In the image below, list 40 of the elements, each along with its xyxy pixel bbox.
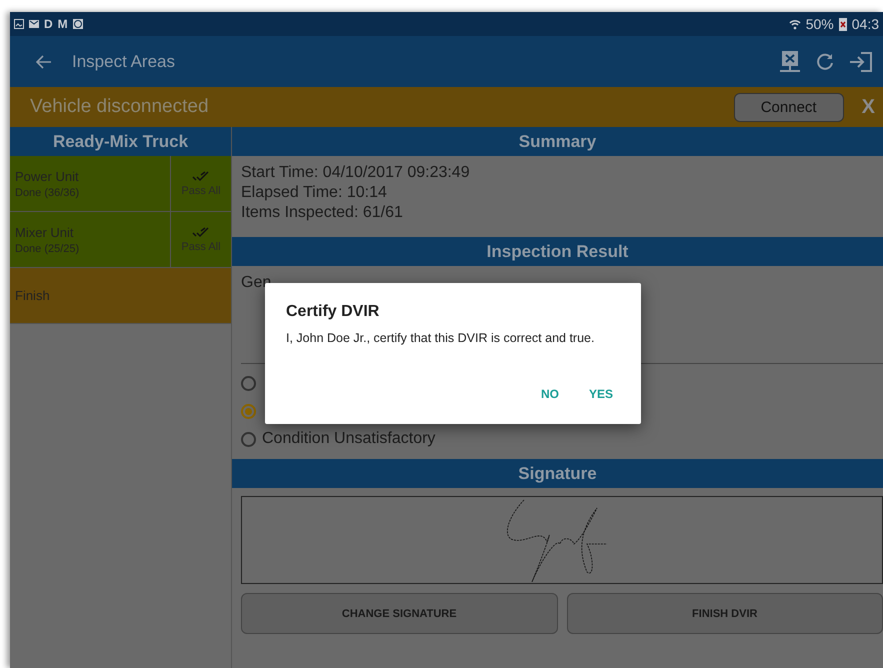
summary-line: Elapsed Time: 10:14 bbox=[241, 184, 388, 202]
clock-time: 04:3 bbox=[852, 16, 879, 32]
section-header: Inspection Result bbox=[232, 237, 883, 266]
radio-button[interactable] bbox=[241, 432, 256, 447]
signature-action-button[interactable]: CHANGE SIGNATURE bbox=[241, 593, 558, 634]
double-check-icon bbox=[192, 170, 210, 182]
mail-icon bbox=[29, 19, 39, 29]
network-disconnect-icon[interactable] bbox=[779, 50, 801, 74]
signature-pad[interactable] bbox=[241, 496, 883, 584]
radio-button[interactable] bbox=[241, 404, 256, 419]
section-header: Summary bbox=[232, 127, 883, 156]
section-header: Signature bbox=[232, 459, 883, 488]
battery-percent: 50% bbox=[806, 16, 834, 32]
login-icon[interactable] bbox=[849, 50, 873, 72]
double-check-icon bbox=[192, 226, 210, 238]
battery-icon bbox=[838, 17, 847, 31]
summary-line: Items Inspected: 61/61 bbox=[241, 204, 404, 222]
notification-letter: D bbox=[44, 17, 53, 31]
dialog-title: Certify DVIR bbox=[286, 303, 380, 321]
wifi-icon bbox=[788, 18, 801, 30]
summary-line: Start Time: 04/10/2017 09:23:49 bbox=[241, 164, 471, 182]
finish-item[interactable]: Finish bbox=[10, 268, 231, 324]
comments-label: Gen bbox=[241, 274, 272, 291]
radio-button[interactable] bbox=[241, 376, 256, 392]
dialog-button[interactable]: YES bbox=[580, 383, 621, 405]
dialog-button[interactable]: NO bbox=[532, 383, 567, 405]
back-arrow-icon[interactable] bbox=[36, 54, 52, 68]
image-icon bbox=[14, 19, 24, 29]
notification-letter: M bbox=[58, 17, 68, 31]
vehicle-header: Ready-Mix Truck bbox=[10, 127, 231, 156]
screen-title: Inspect Areas bbox=[72, 52, 176, 72]
connect-button[interactable]: Connect bbox=[734, 92, 844, 122]
signature-action-button[interactable]: FINISH DVIR bbox=[566, 593, 883, 634]
close-banner-button[interactable]: X bbox=[862, 96, 875, 118]
radio-label: Condition Unsatisfactory bbox=[262, 430, 436, 448]
dialog-message: I, John Doe Jr., certify that this DVIR is correct and true. bbox=[286, 331, 596, 345]
globe-icon bbox=[72, 19, 83, 29]
area-name: Finish bbox=[15, 288, 51, 303]
refresh-icon[interactable] bbox=[815, 52, 835, 72]
connection-status: Vehicle disconnected bbox=[30, 96, 210, 118]
